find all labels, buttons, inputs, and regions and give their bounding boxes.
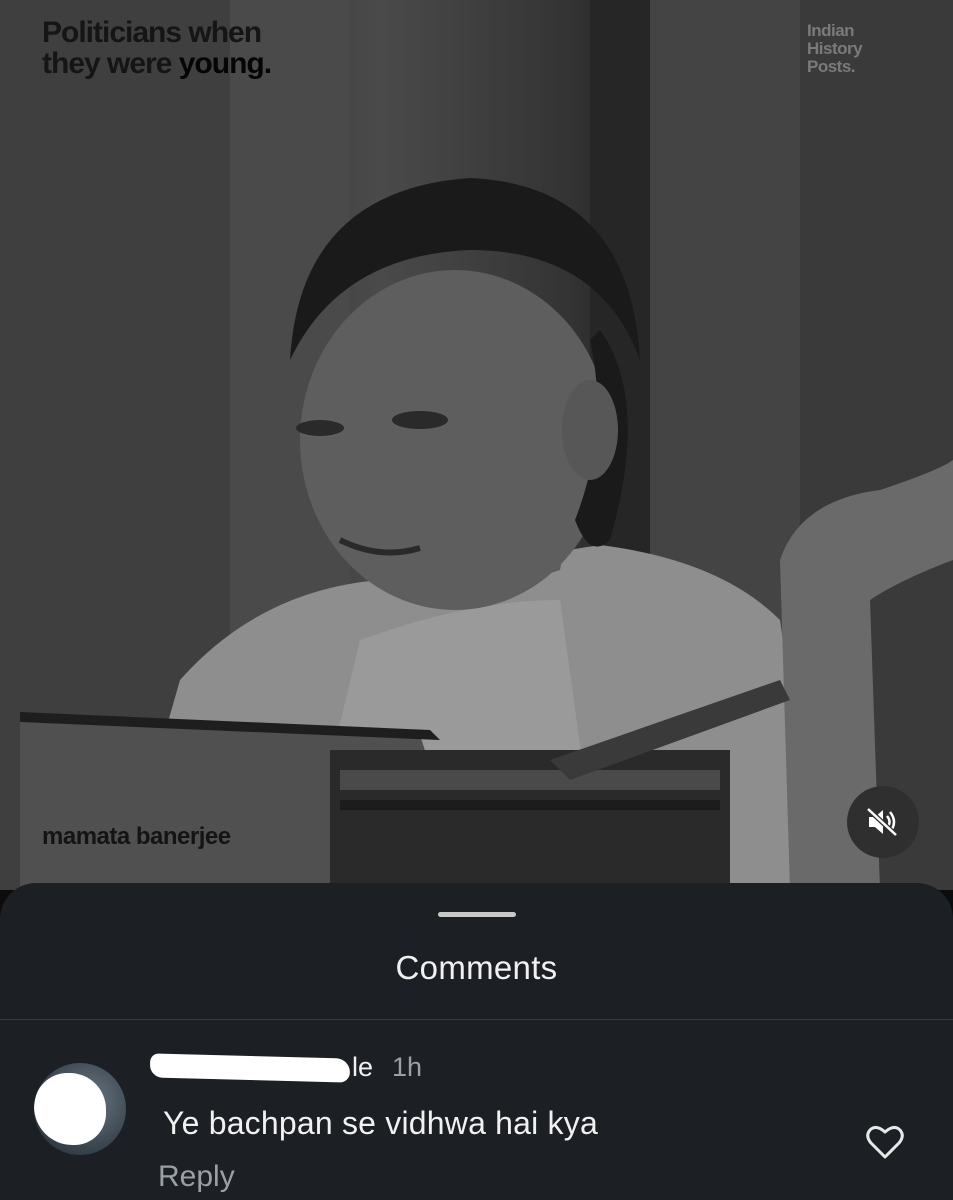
- comments-title: Comments: [395, 949, 558, 986]
- post-media[interactable]: Politicians when they were young. Indian…: [0, 0, 953, 890]
- avatar[interactable]: [34, 1063, 126, 1155]
- post-photo: [0, 0, 953, 890]
- post-overlay-title: Politicians when they were young.: [42, 16, 272, 80]
- person-name-caption: mamata banerjee: [42, 823, 231, 850]
- speaker-muted-icon: [866, 807, 898, 837]
- comments-sheet: Comments le 1h Ye bachpan se vidhwa hai …: [0, 883, 953, 1200]
- title-line-2-prefix: they were: [42, 47, 179, 80]
- username-visible-tail: le: [352, 1052, 374, 1082]
- comment-timestamp: 1h: [392, 1052, 423, 1082]
- sheet-drag-handle[interactable]: [438, 912, 516, 917]
- title-line-2: they were young.: [42, 47, 272, 80]
- like-button[interactable]: [863, 1120, 907, 1164]
- reply-button[interactable]: Reply: [158, 1160, 235, 1194]
- title-line-1: Politicians when: [42, 16, 262, 49]
- comment-username[interactable]: le: [149, 1052, 390, 1092]
- brand-line-3: Posts.: [807, 57, 856, 76]
- heart-outline-icon: [866, 1125, 904, 1159]
- comment-text: Ye bachpan se vidhwa hai kya: [163, 1105, 598, 1141]
- title-highlight: young.: [178, 47, 272, 80]
- brand-logo-text: Indian History Posts.: [807, 21, 863, 76]
- redaction-mark: [149, 1053, 351, 1083]
- comment-item: le 1h Ye bachpan se vidhwa hai kya Reply: [0, 1020, 953, 1200]
- redaction-mark: [34, 1073, 106, 1145]
- mute-toggle-button[interactable]: [847, 786, 919, 858]
- brand-line-1: Indian: [807, 21, 855, 40]
- brand-line-2: History: [807, 39, 863, 58]
